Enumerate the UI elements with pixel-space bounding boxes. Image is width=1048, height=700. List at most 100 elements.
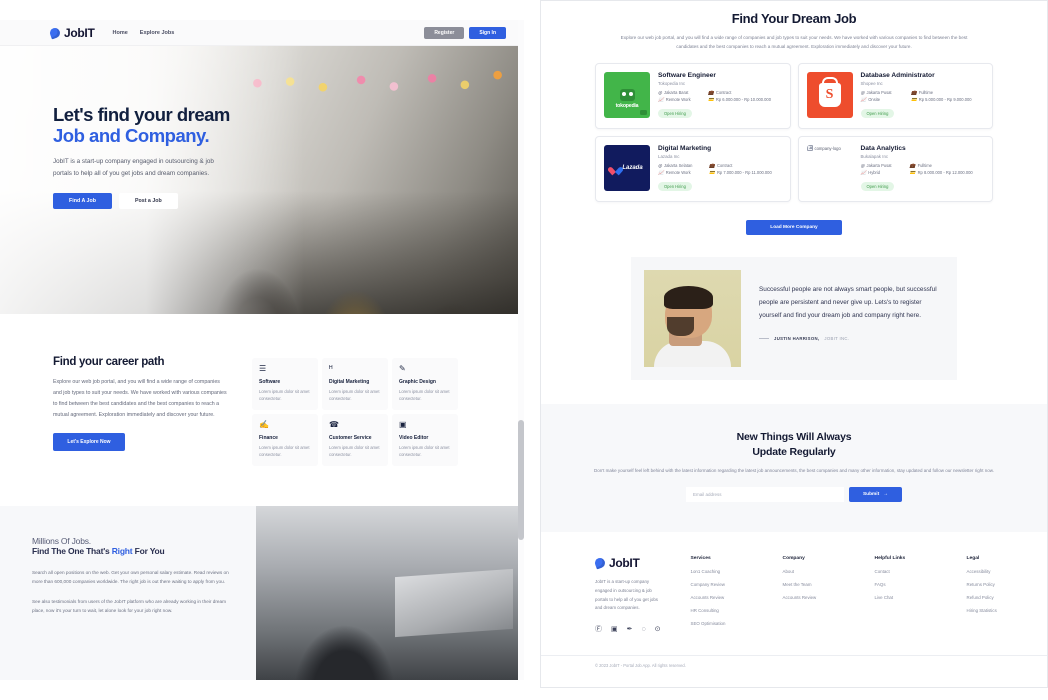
footer-link[interactable]: Returns Policy — [967, 582, 1029, 587]
hero-paragraph: JobIT is a start-up company engaged in o… — [53, 157, 214, 178]
footer-link[interactable]: Refund Policy — [967, 595, 1029, 600]
tokopedia-logo-icon: tokopedia — [604, 72, 650, 119]
footer-column-title: Helpful Links — [874, 556, 906, 562]
category-card-video-editor[interactable]: ▣ Video Editor Lorem ipsum dolor sit ame… — [392, 414, 458, 466]
millions-heading-part-a: Find The One That's — [32, 546, 112, 556]
testimonial-avatar — [644, 270, 741, 368]
hero-title: Let's find your dream Job and Company. — [53, 104, 235, 147]
software-icon: ☰ — [259, 364, 267, 373]
nav-link-home[interactable]: Home — [113, 30, 128, 36]
broken-image-placeholder-icon: company-logo — [806, 145, 853, 192]
money-icon: 💳 — [911, 96, 917, 102]
post-a-job-button[interactable]: Post a Job — [118, 193, 178, 210]
category-title: Finance — [259, 435, 278, 441]
job-work-mode: 📈 Hybrid — [861, 170, 903, 175]
category-card-graphic-design[interactable]: ✎ Graphic Design Lorem ipsum dolor sit a… — [392, 358, 458, 410]
career-text-column: Find your career path Explore our web jo… — [53, 356, 228, 466]
category-desc: Lorem ipsum dolor sit amet consectetur. — [329, 445, 380, 458]
location-pin-icon: ◎ — [658, 89, 663, 95]
footer-link[interactable]: Accounts Review — [691, 595, 753, 600]
job-card-body: Digital Marketing Lazada Inc ◎ Jakarta Se… — [658, 145, 782, 193]
footer-link[interactable]: About — [783, 569, 845, 574]
category-card-customer-service[interactable]: ☎ Customer Service Lorem ipsum dolor sit… — [322, 414, 388, 466]
briefcase-icon: 💼 — [709, 162, 715, 168]
submit-button[interactable]: Submit → — [848, 487, 903, 503]
lets-explore-now-button[interactable]: Let's Explore Now — [53, 433, 125, 452]
hero-section: Let's find your dream Job and Company. J… — [0, 46, 524, 314]
newsletter-form: Submit → — [541, 487, 1047, 503]
headset-icon: ☎ — [329, 420, 339, 429]
category-title: Software — [259, 379, 281, 385]
right-browser-panel: Find Your Dream Job Explore our web job … — [540, 0, 1048, 688]
load-more-wrapper: Load More Company — [541, 202, 1047, 236]
email-input[interactable] — [685, 487, 844, 503]
testimonial-quote: Successful people are not always smart p… — [759, 286, 937, 319]
job-card-body: Software Engineer Tokopedia Inc ◎ Jakarta… — [658, 72, 782, 120]
job-location-text: Jakarta Selatan — [664, 163, 693, 169]
signal-bars-icon: 📈 — [658, 169, 664, 175]
category-card-finance[interactable]: ✍ Finance Lorem ipsum dolor sit amet con… — [252, 414, 318, 466]
location-pin-icon: ◎ — [658, 162, 663, 168]
footer-link[interactable]: Accounts Review — [783, 595, 845, 600]
left-panel-scrollbar[interactable] — [518, 20, 524, 680]
category-card-software[interactable]: ☰ Software Lorem ipsum dolor sit amet co… — [252, 358, 318, 410]
job-work-mode-text: Remote Work — [665, 170, 691, 176]
category-card-digital-marketing[interactable]: ᴴ Digital Marketing Lorem ipsum dolor si… — [322, 358, 388, 410]
job-card[interactable]: Lazada Digital Marketing Lazada Inc ◎ Jak… — [595, 136, 791, 203]
github-icon[interactable]: ◌ — [642, 626, 646, 633]
job-card-body: Database Administrator Shopee Inc ◎ Jakar… — [860, 72, 985, 120]
job-meta: ◎ Jakarta Pusat 💼 Fulltime 📈 Hybrid 💳 Rp 8.0… — [861, 163, 985, 175]
job-card[interactable]: S Database Administrator Shopee Inc ◎ Jak… — [797, 63, 993, 130]
job-salary: 💳 Rp 8.000.000 - Rp 12.000.000 — [910, 170, 984, 175]
millions-heading-line-2: Find The One That's Right For You — [32, 546, 232, 556]
footer-link[interactable]: Company Review — [691, 582, 753, 587]
money-icon: 💳 — [708, 96, 714, 102]
job-salary-text: Rp 5.000.000 - Rp 9.000.000 — [918, 97, 972, 103]
logo-alt-text: company-logo — [814, 145, 841, 151]
category-desc: Lorem ipsum dolor sit amet consectetur. — [399, 389, 450, 402]
footer-link[interactable]: SEO Optimisation — [691, 621, 753, 626]
category-title: Digital Marketing — [329, 379, 370, 385]
job-meta: ◎ Jakarta Selatan 💼 Contract 📈 Remote Work … — [658, 163, 782, 175]
job-card[interactable]: tokopedia Software Engineer Tokopedia In… — [595, 63, 791, 130]
footer-link[interactable]: 1on1 Coaching — [691, 569, 753, 574]
footer-link[interactable]: Meet the Team — [783, 582, 845, 587]
job-title: Database Administrator — [860, 72, 935, 80]
status-badge: Open Hiring — [860, 109, 895, 119]
facebook-icon[interactable]: Ⓕ — [595, 626, 602, 633]
signin-button[interactable]: Sign In — [469, 26, 506, 39]
video-icon: ▣ — [399, 420, 407, 429]
twitter-icon[interactable]: ✒ — [627, 626, 633, 633]
job-type: 💼 Fulltime — [911, 90, 984, 95]
footer-link[interactable]: HR Consulting — [691, 608, 753, 613]
footer-brand[interactable]: JobIT — [593, 556, 661, 571]
job-company: Bukalapak Inc — [860, 154, 889, 160]
footer-link[interactable]: Contact — [875, 569, 937, 574]
logo-text: Lazada — [622, 165, 643, 172]
register-button[interactable]: Register — [424, 26, 465, 39]
scrollbar-thumb[interactable] — [518, 420, 524, 540]
category-desc: Lorem ipsum dolor sit amet consectetur. — [399, 445, 450, 458]
briefcase-icon: 💼 — [911, 89, 917, 95]
find-a-job-button[interactable]: Find A Job — [53, 193, 112, 210]
dribbble-icon[interactable]: ⊙ — [655, 626, 661, 633]
footer-brand-column: JobIT JobIT is a start-up company engage… — [593, 556, 661, 633]
millions-paragraph-1: Search all open positions on the web. Ge… — [32, 570, 229, 585]
load-more-company-button[interactable]: Load More Company — [746, 220, 842, 236]
job-company: Shopee Inc — [860, 81, 883, 87]
instagram-icon[interactable]: ▣ — [611, 626, 618, 633]
footer-bottom: © 2023 JobIT - Portal Job App. All right… — [541, 654, 1047, 668]
job-work-mode: 📈 Onsite — [861, 97, 905, 102]
nav-link-explore-jobs[interactable]: Explore Jobs — [140, 30, 175, 36]
category-title: Customer Service — [329, 435, 372, 441]
footer-brand-name: JobIT — [609, 556, 640, 571]
footer-link[interactable]: Hiring Statistics — [967, 608, 1029, 613]
job-card[interactable]: company-logo Data Analytics Bukalapak In… — [797, 136, 993, 203]
brand-logo[interactable]: JobIT — [48, 26, 95, 40]
job-type: 💼 Contract — [709, 163, 781, 168]
job-work-mode: 📈 Remote Work — [658, 97, 701, 102]
job-salary-text: Rp 6.000.000 - Rp 10.000.000 — [715, 97, 771, 103]
footer-link[interactable]: Live Chat — [875, 595, 937, 600]
footer-link[interactable]: FAQs — [875, 582, 937, 587]
footer-link[interactable]: Accessibility — [967, 569, 1029, 574]
